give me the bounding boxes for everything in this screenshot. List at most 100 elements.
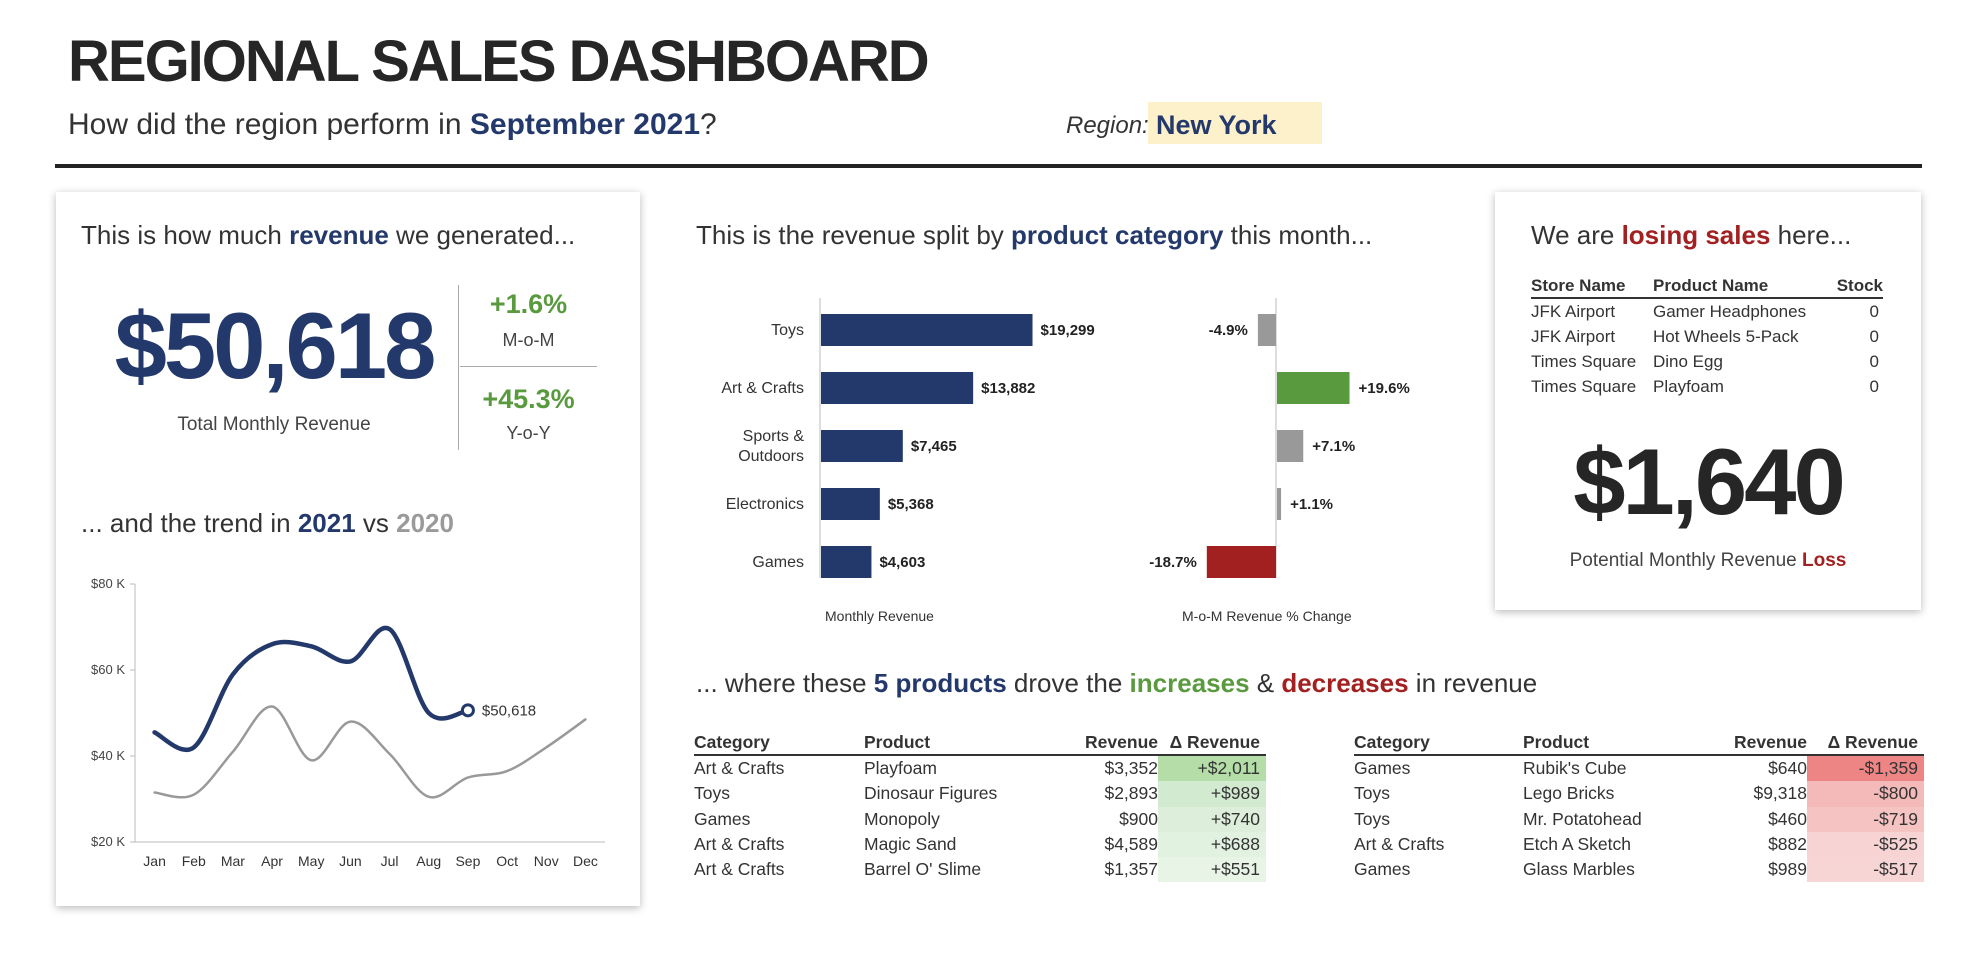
- stock-col-stock: Stock: [1831, 275, 1883, 299]
- table-row: Games Glass Marbles $989 -$517: [1354, 857, 1924, 883]
- region-label: Region:: [1066, 112, 1149, 139]
- row-product: Mr. Potatohead: [1523, 808, 1642, 829]
- table-row: Games Monopoly $900 +$740: [694, 806, 1266, 832]
- table-row: JFK Airport Gamer Headphones 0: [1531, 298, 1883, 324]
- x-tick-label: Mar: [221, 853, 245, 869]
- trend-year-current: 2021: [297, 508, 356, 538]
- subtitle-month: September 2021: [469, 108, 701, 141]
- row-revenue: $9,318: [1753, 783, 1807, 804]
- row-category: Games: [1354, 758, 1411, 779]
- table-row: JFK Airport Hot Wheels 5-Pack 0: [1531, 324, 1883, 349]
- col-product: Product: [1523, 730, 1695, 756]
- store-name: JFK Airport: [1531, 326, 1616, 346]
- table-row: Toys Dinosaur Figures $2,893 +$989: [694, 781, 1266, 807]
- row-category: Art & Crafts: [1354, 834, 1445, 855]
- row-revenue: $900: [1119, 808, 1158, 829]
- col-delta-revenue: Δ Revenue: [1807, 730, 1924, 756]
- table-row: Times Square Playfoam 0: [1531, 374, 1883, 399]
- row-delta: -$1,359: [1807, 755, 1924, 782]
- category-label: Toys: [771, 322, 804, 339]
- total-revenue-label: Total Monthly Revenue: [177, 414, 371, 435]
- kpi-divider-vertical: [458, 285, 459, 450]
- table-row: Art & Crafts Etch A Sketch $882 -$525: [1354, 831, 1924, 858]
- change-bar: [1206, 546, 1276, 578]
- change-axis-title: M-o-M Revenue % Change: [1182, 608, 1352, 624]
- revenue-bar: [821, 372, 974, 404]
- revenue-data-label: $19,299: [1041, 322, 1095, 339]
- category-label: Art & Crafts: [721, 380, 804, 397]
- table-row: Games Rubik's Cube $640 -$1,359: [1354, 755, 1924, 782]
- header-divider: [55, 164, 1922, 168]
- total-revenue-value: $50,618: [114, 293, 437, 398]
- category-label: Electronics: [726, 496, 804, 513]
- products-heading: ... where these 5 products drove the inc…: [696, 668, 1537, 699]
- out-of-stock-table: Store Name Product Name Stock JFK Airpor…: [1531, 275, 1883, 399]
- products-heading-count: 5 products: [873, 668, 1007, 698]
- change-bar: [1277, 430, 1304, 462]
- x-tick-label: Dec: [573, 853, 598, 869]
- page-subtitle: How did the region perform in September …: [68, 108, 717, 142]
- current-month-marker: [460, 703, 475, 718]
- product-name: Playfoam: [1653, 376, 1724, 396]
- trend-heading-vs: vs: [355, 508, 397, 538]
- col-category: Category: [694, 730, 864, 756]
- change-data-label: +19.6%: [1359, 380, 1410, 397]
- revenue-loss-label: Potential Monthly Revenue Loss: [1497, 550, 1919, 572]
- row-category: Games: [694, 808, 751, 829]
- x-tick-label: Jun: [339, 853, 362, 869]
- trend-line-chart: $20 K $40 K $60 K $80 K Jan Feb Mar Apr May Jun Ju…: [91, 576, 605, 869]
- col-category: Category: [1354, 730, 1523, 756]
- store-name: Times Square: [1531, 351, 1637, 371]
- products-heading-mid: drove the: [1006, 668, 1130, 698]
- x-tick-label: Feb: [182, 853, 206, 869]
- region-value[interactable]: New York: [1156, 110, 1277, 141]
- store-name: JFK Airport: [1531, 301, 1616, 321]
- x-tick-label: Jan: [143, 853, 166, 869]
- row-product: Etch A Sketch: [1523, 834, 1631, 855]
- products-heading-amp: &: [1249, 668, 1282, 698]
- row-category: Art & Crafts: [694, 859, 785, 880]
- row-delta: +$989: [1158, 781, 1266, 807]
- row-revenue: $989: [1768, 859, 1807, 880]
- row-product: Barrel O' Slime: [864, 859, 982, 880]
- table-row: Toys Lego Bricks $9,318 -$800: [1354, 781, 1924, 807]
- revenue-heading-prefix: This is how much: [81, 220, 290, 250]
- losing-heading-prefix: We are: [1531, 220, 1622, 250]
- col-delta-revenue: Δ Revenue: [1158, 730, 1266, 756]
- product-name: Hot Wheels 5-Pack: [1653, 326, 1799, 346]
- table-row: Art & Crafts Magic Sand $4,589 +$688: [694, 831, 1266, 858]
- revenue-heading-suffix: we generated...: [388, 220, 576, 250]
- row-product: Playfoam: [864, 758, 937, 779]
- row-revenue: $882: [1768, 834, 1807, 855]
- change-data-label: +1.1%: [1290, 496, 1333, 513]
- row-revenue: $3,352: [1104, 758, 1158, 779]
- subtitle-suffix: ?: [700, 108, 717, 141]
- stock-count: 0: [1869, 301, 1879, 321]
- revenue-loss-value: $1,640: [1573, 429, 1846, 534]
- product-name: Dino Egg: [1653, 351, 1723, 371]
- x-tick-label: May: [298, 853, 324, 869]
- trend-heading: ... and the trend in 2021 vs 2020: [81, 508, 454, 539]
- row-delta: +$551: [1158, 857, 1266, 883]
- category-label: Games: [752, 554, 804, 571]
- row-product: Dinosaur Figures: [864, 783, 998, 804]
- row-product: Rubik's Cube: [1523, 758, 1627, 779]
- trend-heading-prefix: ... and the trend in: [81, 508, 298, 538]
- x-tick-label: Sep: [455, 853, 480, 869]
- losing-heading-bold: losing sales: [1621, 220, 1771, 250]
- row-delta: -$719: [1807, 806, 1924, 832]
- products-heading-increase: increases: [1129, 668, 1250, 698]
- row-product: Monopoly: [864, 808, 940, 829]
- product-name: Gamer Headphones: [1653, 301, 1807, 321]
- decreases-table-header: Category Product Revenue Δ Revenue: [1354, 730, 1924, 756]
- row-product: Glass Marbles: [1523, 859, 1635, 880]
- row-category: Games: [1354, 859, 1411, 880]
- stock-col-product: Product Name: [1653, 275, 1831, 299]
- revenue-bar: [821, 488, 880, 520]
- change-bar: [1277, 372, 1350, 404]
- x-tick-label: Jul: [381, 853, 399, 869]
- decreases-table: Category Product Revenue Δ Revenue Games…: [1354, 730, 1924, 883]
- col-product: Product: [864, 730, 1038, 756]
- row-delta: +$740: [1158, 806, 1266, 832]
- change-bar: [1277, 488, 1282, 520]
